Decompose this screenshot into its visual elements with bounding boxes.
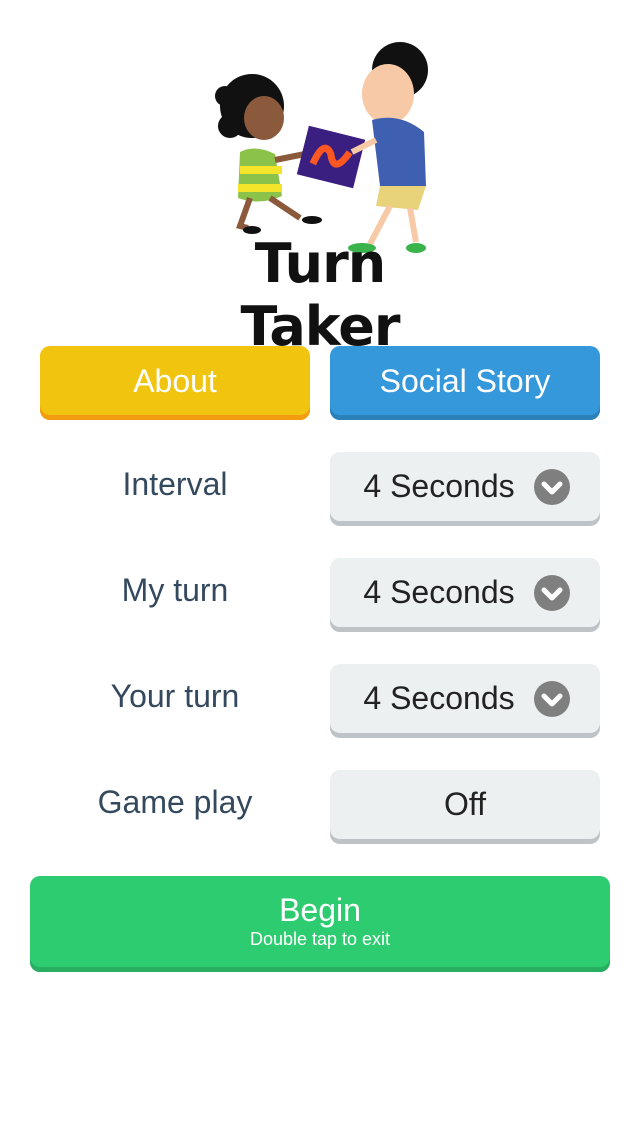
interval-label: Interval bbox=[122, 466, 228, 502]
turn-taker-logo: Turn Taker bbox=[180, 36, 460, 358]
your-turn-select[interactable]: 4 Seconds bbox=[330, 664, 600, 738]
your-turn-value: 4 Seconds bbox=[363, 680, 515, 716]
chevron-down-circle-icon bbox=[534, 469, 570, 505]
begin-label: Begin bbox=[279, 892, 361, 928]
my-turn-value: 4 Seconds bbox=[363, 574, 515, 610]
game-play-label: Game play bbox=[97, 784, 253, 820]
social-story-button[interactable]: Social Story bbox=[330, 346, 600, 420]
app-title: Turn Taker bbox=[240, 232, 400, 358]
begin-hint: Double tap to exit bbox=[249, 929, 391, 949]
interval-value: 4 Seconds bbox=[363, 468, 515, 504]
begin-button[interactable]: Begin Double tap to exit bbox=[30, 876, 610, 972]
interval-select[interactable]: 4 Seconds bbox=[330, 452, 600, 526]
chevron-down-circle-icon bbox=[534, 575, 570, 611]
about-button[interactable]: About bbox=[40, 346, 310, 420]
my-turn-select[interactable]: 4 Seconds bbox=[330, 558, 600, 632]
chevron-down-circle-icon bbox=[534, 681, 570, 717]
game-play-value: Off bbox=[443, 786, 487, 822]
my-turn-label: My turn bbox=[121, 572, 229, 608]
your-turn-label: Your turn bbox=[110, 678, 240, 714]
game-play-toggle[interactable]: Off bbox=[330, 770, 600, 844]
